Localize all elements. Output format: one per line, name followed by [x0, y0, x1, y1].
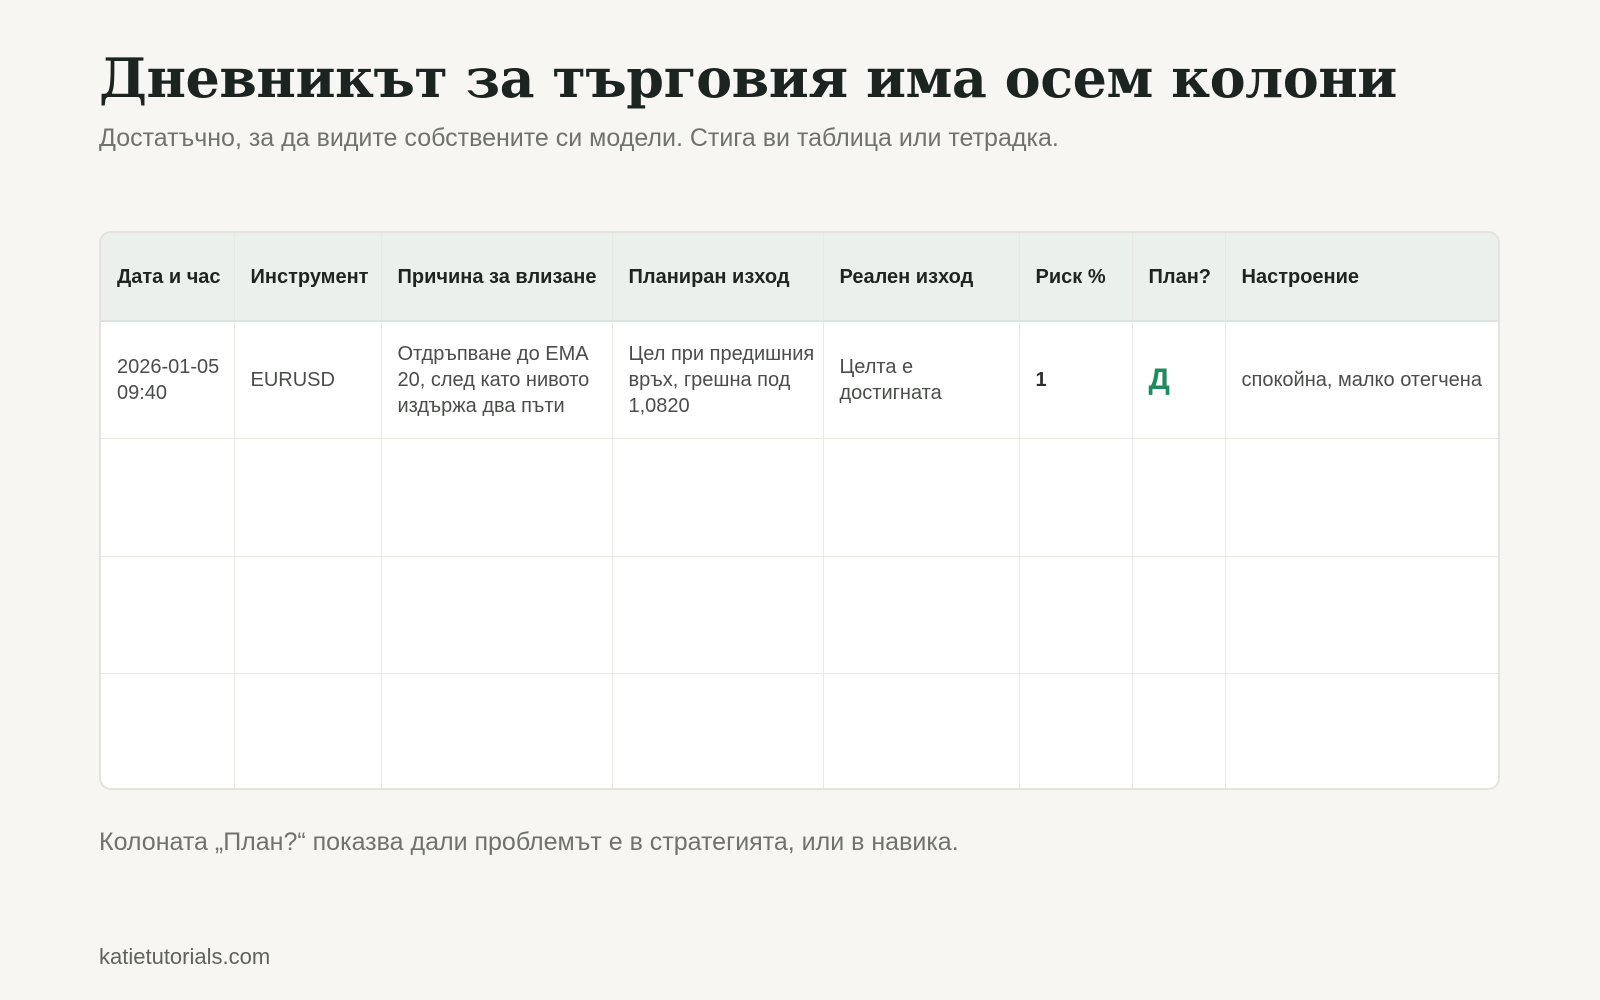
trade-journal-table: Дата и час Инструмент Причина за влизане…: [99, 231, 1500, 790]
cell-risk: [1019, 673, 1133, 788]
cell-planned-exit: [612, 673, 824, 788]
cell-actual-exit: [823, 438, 1020, 557]
table-header-row: Дата и час Инструмент Причина за влизане…: [101, 233, 1498, 322]
cell-planned-exit: Цел при предишния връх, грешна под 1,082…: [612, 321, 824, 439]
cell-instrument: [234, 556, 382, 674]
cell-planned-exit: [612, 438, 824, 557]
site-attribution: katietutorials.com: [99, 944, 271, 969]
cell-plan: [1132, 556, 1226, 674]
table-row: [101, 438, 1498, 557]
table-row: [101, 556, 1498, 674]
column-header-datetime: Дата и час: [101, 233, 235, 322]
cell-mood: [1225, 438, 1498, 557]
footnote: Колоната „План?“ показва дали проблемът …: [99, 828, 959, 856]
cell-instrument: [234, 673, 382, 788]
cell-plan: [1132, 673, 1226, 788]
cell-entry-reason: [381, 673, 613, 788]
cell-entry-reason: [381, 438, 613, 557]
column-header-plan: План?: [1132, 233, 1226, 322]
column-header-mood: Настроение: [1225, 233, 1498, 322]
cell-risk: [1019, 556, 1133, 674]
cell-datetime: [101, 438, 235, 557]
cell-risk: 1: [1019, 321, 1133, 439]
cell-planned-exit: [612, 556, 824, 674]
cell-plan: Д: [1132, 321, 1226, 439]
cell-datetime: [101, 556, 235, 674]
cell-actual-exit: [823, 556, 1020, 674]
column-header-actual-exit: Реален изход: [823, 233, 1020, 322]
cell-mood: [1225, 674, 1498, 789]
column-header-planned-exit: Планиран изход: [612, 233, 824, 322]
column-header-entry-reason: Причина за влизане: [381, 233, 613, 322]
cell-plan: [1132, 438, 1226, 557]
cell-mood: [1225, 556, 1498, 674]
cell-datetime: [101, 673, 235, 788]
cell-risk: [1019, 438, 1133, 557]
column-header-instrument: Инструмент: [234, 233, 382, 322]
page-title: Дневникът за търговия има осем колони: [99, 46, 1397, 110]
cell-entry-reason: Отдръпване до EMA 20, след като нивото и…: [381, 321, 613, 439]
cell-actual-exit: [823, 673, 1020, 788]
cell-datetime: 2026-01-05 09:40: [101, 321, 235, 439]
cell-instrument: EURUSD: [234, 321, 382, 439]
cell-entry-reason: [381, 556, 613, 674]
column-header-risk: Риск %: [1019, 233, 1133, 322]
table-row: [101, 673, 1498, 789]
cell-actual-exit: Целта е достигната: [823, 321, 1020, 439]
cell-mood: спокойна, малко отегчена: [1225, 321, 1498, 439]
table-row: 2026-01-05 09:40 EURUSD Отдръпване до EM…: [101, 321, 1498, 439]
cell-instrument: [234, 438, 382, 557]
page-subtitle: Достатъчно, за да видите собствените си …: [99, 124, 1059, 152]
